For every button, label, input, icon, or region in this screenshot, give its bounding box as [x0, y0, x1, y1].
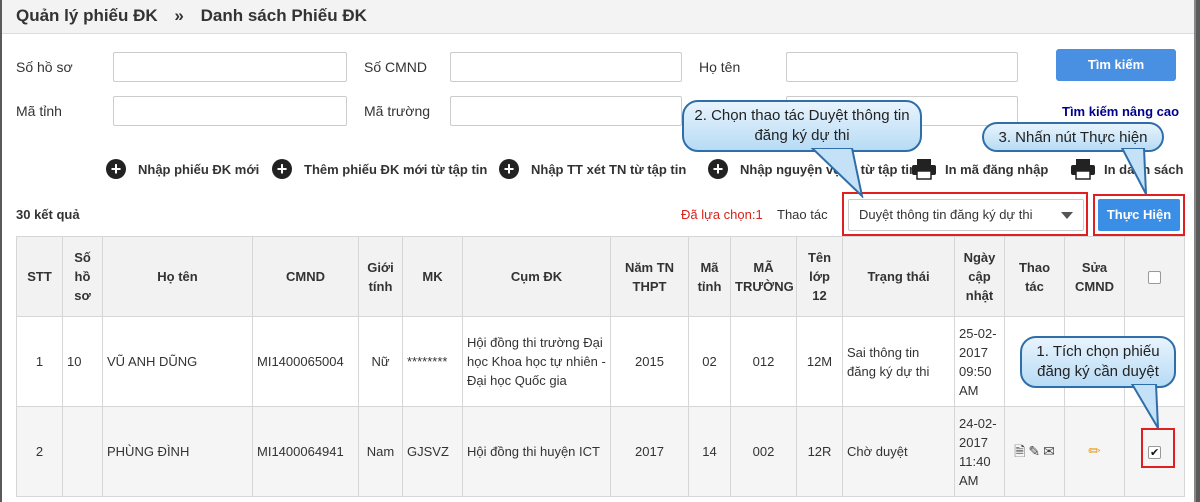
cell-ma-truong: 002 [730, 406, 797, 497]
page: Quản lý phiếu ĐK » Danh sách Phiếu ĐK Số… [2, 0, 1196, 502]
plus-icon: + [499, 159, 519, 179]
cell-ngay-cap-nhat: 24-02-2017 11:40 AM [954, 406, 1005, 497]
highlight-operation-frame [842, 192, 1088, 236]
header-so-ho-so: Số hồ sơ [62, 236, 103, 317]
operation-label: Thao tác [777, 207, 828, 222]
new-form-label: Nhập phiếu ĐK mới [138, 161, 260, 177]
selected-count: Đã lựa chọn:1 [681, 207, 763, 222]
cell-ma-tinh: 14 [688, 406, 731, 497]
print-codes-action[interactable]: In mã đăng nhập [911, 156, 1048, 182]
ma-truong-label: Mã trường [364, 103, 431, 119]
new-form-action[interactable]: + Nhập phiếu ĐK mới [106, 156, 259, 182]
print-codes-label: In mã đăng nhập [945, 161, 1049, 177]
cell-mk: GJSVZ [402, 406, 463, 497]
table-header-row: STT Số hồ sơ Họ tên CMND Giới tính MK Cụ… [16, 236, 1185, 317]
row-actions: 🗎 ✎ ✉ [1009, 442, 1060, 461]
callout-tail [810, 148, 864, 198]
cell-ten-lop: 12M [796, 316, 843, 407]
ma-truong-input[interactable] [450, 96, 682, 126]
ho-ten-input[interactable] [786, 52, 1018, 82]
plus-icon: + [272, 159, 292, 179]
highlight-checkbox-frame [1141, 428, 1175, 468]
callout-tail [1120, 148, 1147, 195]
printer-icon [1071, 159, 1095, 180]
cell-ma-tinh: 02 [688, 316, 731, 407]
import-tn-action[interactable]: + Nhập TT xét TN từ tập tin [499, 156, 686, 182]
cell-cmnd: MI1400065004 [252, 316, 359, 407]
search-button[interactable]: Tìm kiếm [1056, 49, 1176, 81]
cell-ngay-cap-nhat: 25-02-2017 09:50 AM [954, 316, 1005, 407]
cell-so-ho-so [62, 406, 103, 497]
cell-mk: ******** [402, 316, 463, 407]
cell-trang-thai: Chờ duyệt [842, 406, 955, 497]
so-cmnd-label: Số CMND [364, 59, 428, 75]
header-ten-lop: Tên lớp 12 [796, 236, 843, 317]
cell-stt: 2 [16, 406, 63, 497]
header-trang-thai: Trạng thái [842, 236, 955, 317]
cell-so-ho-so: 10 [62, 316, 103, 407]
callout-step-1: 1. Tích chọn phiếu đăng ký cần duyệt [1020, 336, 1176, 388]
header-ma-truong: MÃ TRƯỜNG [730, 236, 797, 317]
cell-stt: 1 [16, 316, 63, 407]
breadcrumb-page: Danh sách Phiếu ĐK [200, 6, 367, 25]
action-bar: + Nhập phiếu ĐK mới + Thêm phiếu ĐK mới … [2, 156, 1194, 182]
breadcrumb-section[interactable]: Quản lý phiếu ĐK [16, 6, 158, 25]
so-ho-so-input[interactable] [113, 52, 347, 82]
header-cum-dk: Cụm ĐK [462, 236, 611, 317]
table-row: 2 PHÙNG ĐÌNH MI1400064941 Nam GJSVZ Hội … [16, 406, 1185, 497]
cell-ten-lop: 12R [796, 406, 843, 497]
document-icon[interactable]: 🗎 [1014, 442, 1025, 461]
edit-icon[interactable]: ✎ [1028, 442, 1040, 461]
select-all-checkbox[interactable] [1148, 271, 1161, 285]
header-stt: STT [16, 236, 63, 317]
header-gioi-tinh: Giới tính [358, 236, 403, 317]
header-ma-tinh: Mã tỉnh [688, 236, 731, 317]
cell-thao-tac: 🗎 ✎ ✉ [1004, 406, 1065, 497]
header-nam-tn: Năm TN THPT [610, 236, 689, 317]
cell-ho-ten: VŨ ANH DŨNG [102, 316, 253, 407]
header-select-all[interactable] [1124, 236, 1185, 317]
cell-trang-thai: Sai thông tin đăng ký dự thi [842, 316, 955, 407]
header-ho-ten: Họ tên [102, 236, 253, 317]
cell-nam-tn: 2017 [610, 406, 689, 497]
ho-ten-label: Họ tên [699, 59, 741, 75]
cell-gioi-tinh: Nữ [358, 316, 403, 407]
highlight-execute-frame [1093, 194, 1185, 236]
header-thao-tac: Thao tác [1004, 236, 1065, 317]
cell-ma-truong: 012 [730, 316, 797, 407]
filter-row-1: Số hồ sơ Số CMND Họ tên [2, 50, 1194, 84]
plus-icon: + [708, 159, 728, 179]
import-tn-label: Nhập TT xét TN từ tập tin [531, 161, 687, 177]
plus-icon: + [106, 159, 126, 179]
table-row: 1 10 VŨ ANH DŨNG MI1400065004 Nữ *******… [16, 316, 1185, 407]
add-from-file-action[interactable]: + Thêm phiếu ĐK mới từ tập tin [272, 156, 487, 182]
cell-ho-ten: PHÙNG ĐÌNH [102, 406, 253, 497]
registration-table: STT Số hồ sơ Họ tên CMND Giới tính MK Cụ… [16, 236, 1185, 497]
advanced-search-link[interactable]: Tìm kiếm nâng cao [1062, 104, 1179, 119]
cell-nam-tn: 2015 [610, 316, 689, 407]
so-ho-so-label: Số hồ sơ [16, 59, 73, 75]
cell-cum-dk: Hội đồng thi huyện ICT [462, 406, 611, 497]
cell-sua-cmnd: ✏ [1064, 406, 1125, 497]
header-ngay-cap-nhat: Ngày cập nhật [954, 236, 1005, 317]
mail-icon[interactable]: ✉ [1043, 442, 1055, 461]
breadcrumb-separator: » [174, 6, 184, 25]
breadcrumb: Quản lý phiếu ĐK » Danh sách Phiếu ĐK [2, 0, 1194, 34]
callout-step-2: 2. Chọn thao tác Duyệt thông tin đăng ký… [682, 100, 922, 152]
result-count: 30 kết quả [16, 207, 80, 222]
cell-cum-dk: Hội đồng thi trường Đại học Khoa học tự … [462, 316, 611, 407]
header-cmnd: CMND [252, 236, 359, 317]
callout-tail [1130, 384, 1159, 429]
printer-icon [912, 159, 936, 180]
so-cmnd-input[interactable] [450, 52, 682, 82]
ma-tinh-input[interactable] [113, 96, 347, 126]
cell-cmnd: MI1400064941 [252, 406, 359, 497]
add-from-file-label: Thêm phiếu ĐK mới từ tập tin [304, 161, 488, 177]
cell-gioi-tinh: Nam [358, 406, 403, 497]
pencil-icon[interactable]: ✏ [1088, 443, 1101, 460]
header-sua-cmnd: Sửa CMND [1064, 236, 1125, 317]
ma-tinh-label: Mã tỉnh [16, 103, 62, 119]
header-mk: MK [402, 236, 463, 317]
